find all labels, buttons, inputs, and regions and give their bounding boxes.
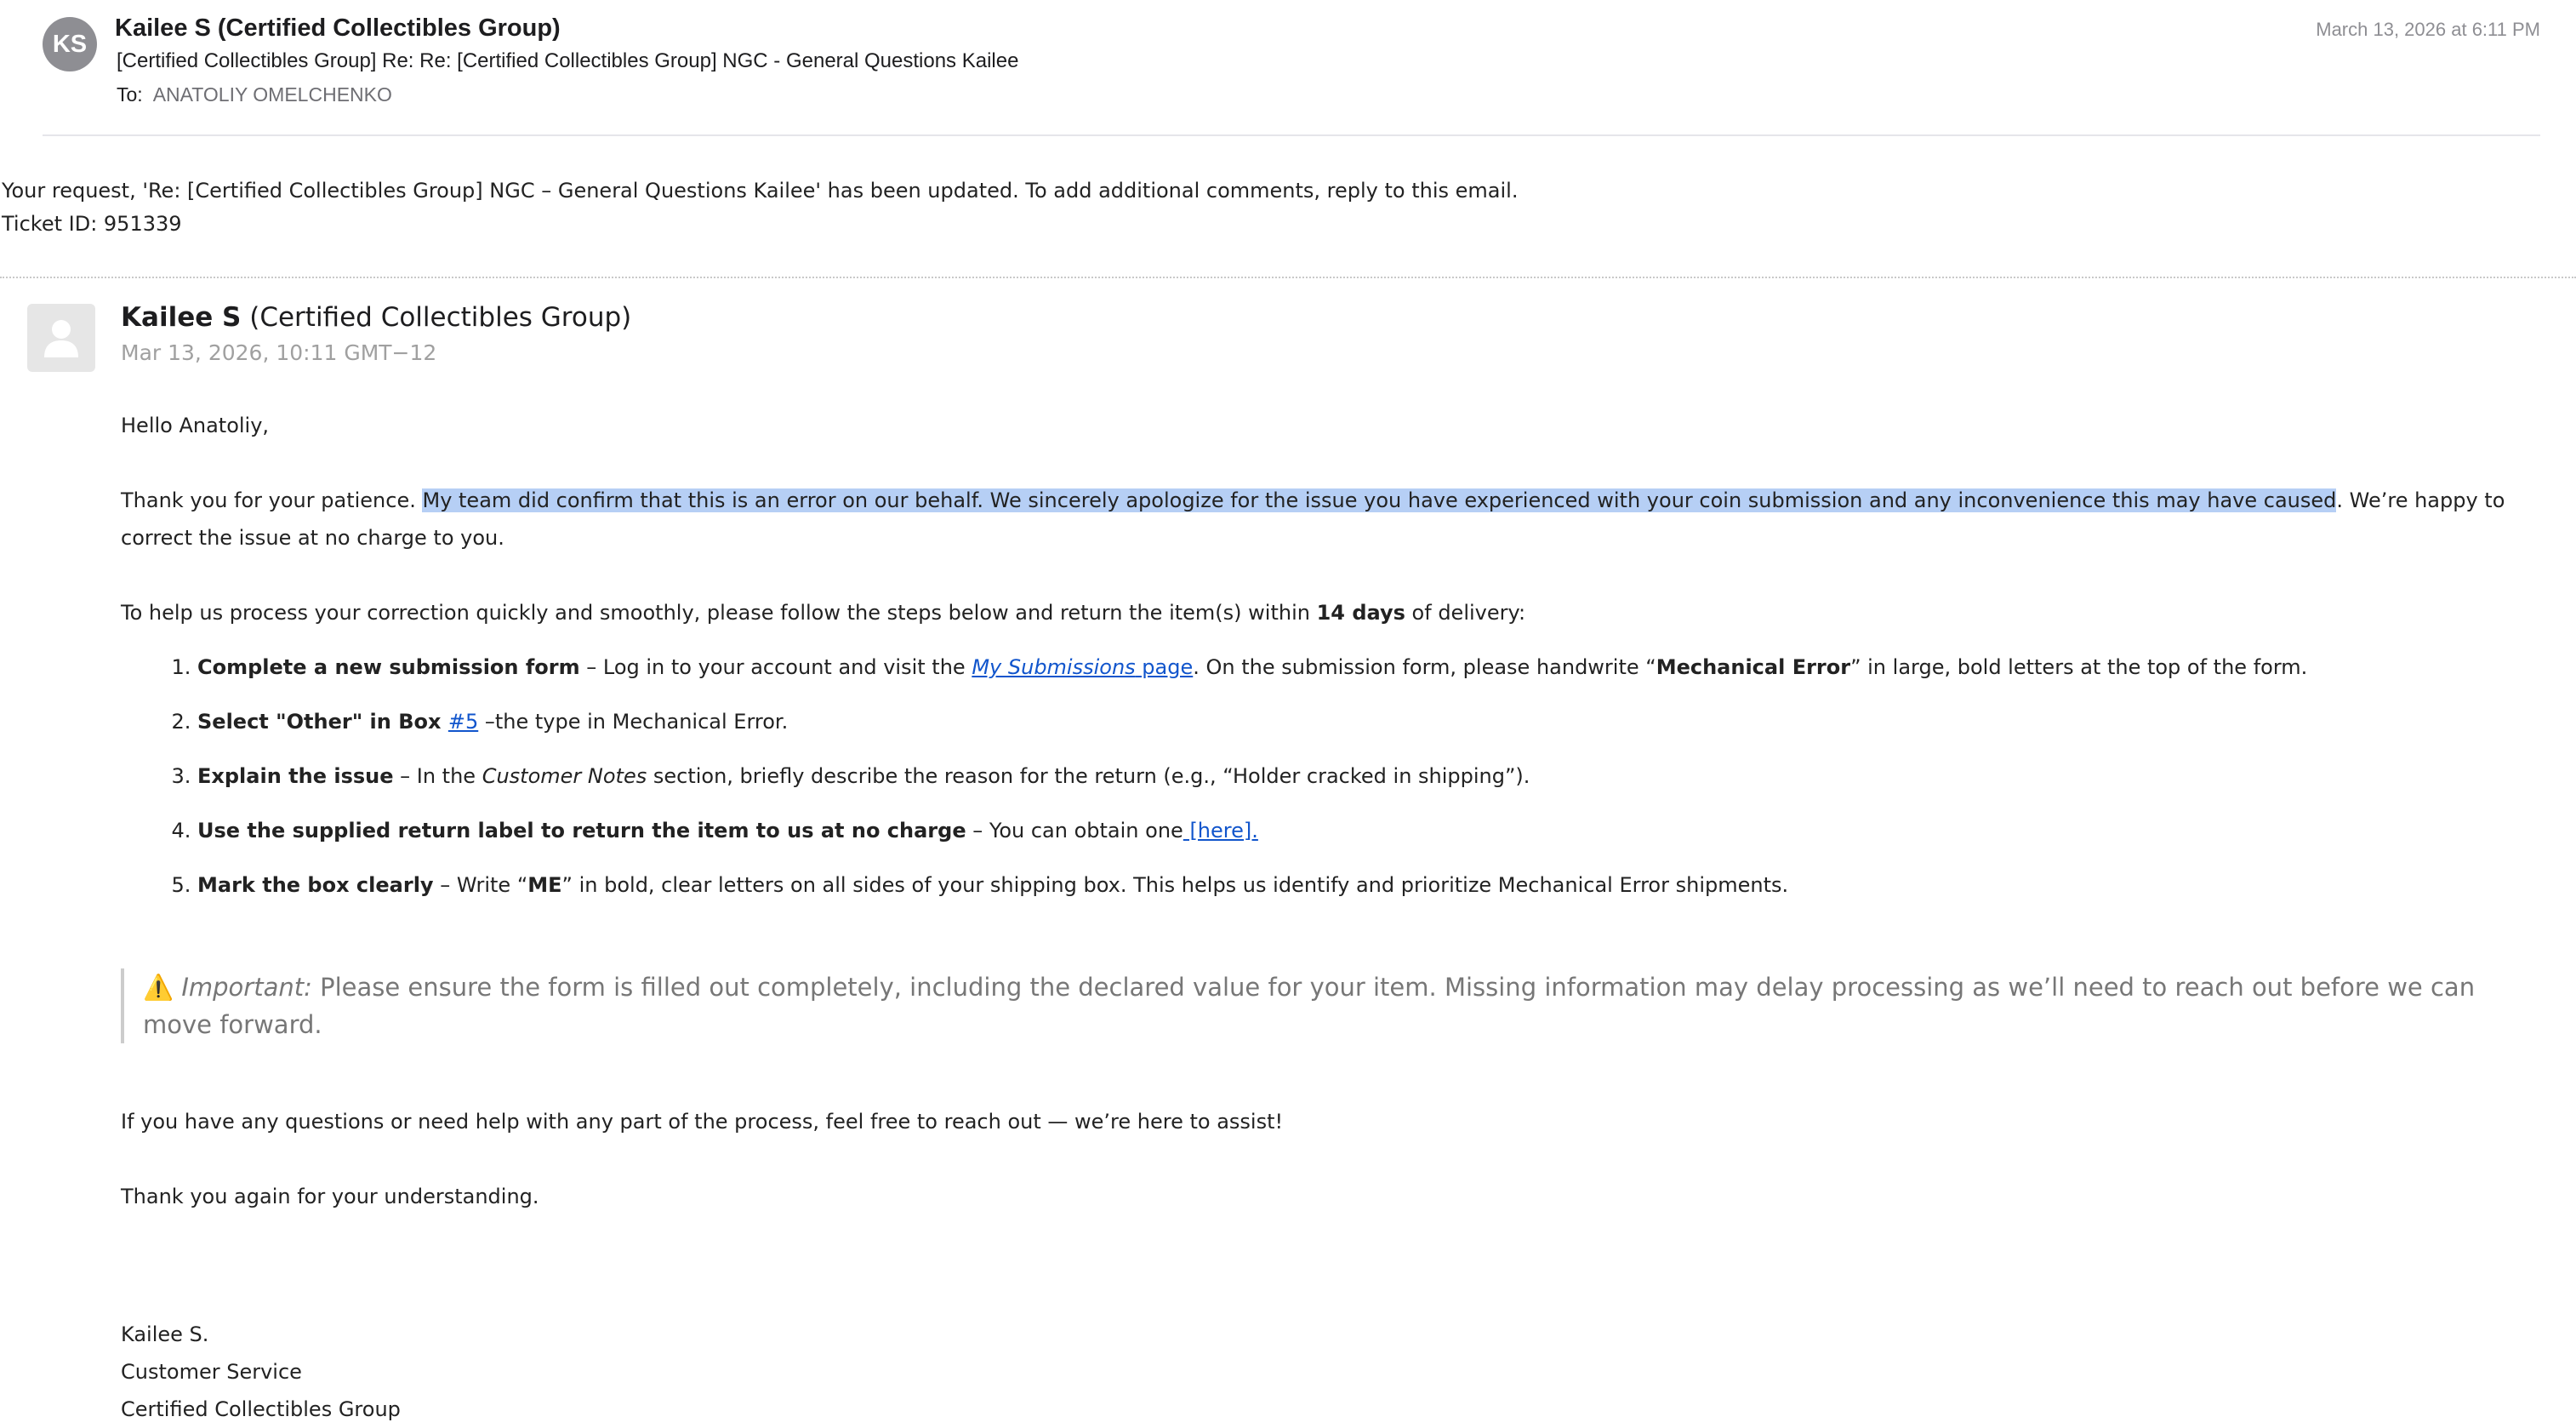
step-text: section, briefly describe the reason for… xyxy=(647,764,1530,788)
my-submissions-link[interactable]: My Submissions page xyxy=(972,655,1193,679)
sender-name: Kailee S (Certified Collectibles Group) xyxy=(115,14,561,42)
step-title: Use the supplied return label to return … xyxy=(197,819,966,843)
step-emphasis: Mechanical Error xyxy=(1656,655,1851,679)
step-text: ” in large, bold letters at the top of t… xyxy=(1850,655,2308,679)
step-title: Select "Other" in Box xyxy=(197,710,448,734)
step-title: Explain the issue xyxy=(197,764,394,788)
agent-name: Kailee S xyxy=(121,302,242,333)
step-item: Complete a new submission form – Log in … xyxy=(197,648,2545,686)
ticket-notice: Your request, 'Re: [Certified Collectibl… xyxy=(2,174,1518,241)
recipient-name[interactable]: ANATOLIY OMELCHENKO xyxy=(153,83,392,106)
step-item: Explain the issue – In the Customer Note… xyxy=(197,757,2545,795)
step-item: Select "Other" in Box #5 –the type in Me… xyxy=(197,703,2545,740)
step-title: Complete a new submission form xyxy=(197,655,580,679)
agent-name-line: Kailee S (Certified Collectibles Group) xyxy=(121,302,631,333)
para2-start: To help us process your correction quick… xyxy=(121,601,1317,625)
comment-timestamp: Mar 13, 2026, 10:11 GMT−12 xyxy=(121,340,437,365)
step-item: Use the supplied return label to return … xyxy=(197,812,2545,849)
para1-start: Thank you for your patience. xyxy=(121,488,423,512)
step-title: Mark the box clearly xyxy=(197,873,434,897)
days-limit: 14 days xyxy=(1316,601,1405,625)
step-text: – Log in to your account and visit the xyxy=(579,655,972,679)
signature-company: Certified Collectibles Group xyxy=(121,1397,401,1421)
greeting: Hello Anatoliy, xyxy=(121,414,270,437)
step-text: – Write “ xyxy=(433,873,528,897)
step-emphasis: Customer Notes xyxy=(482,764,647,788)
signature: Kailee S. Customer Service Certified Col… xyxy=(121,1316,2545,1428)
step-text: –the type in Mechanical Error. xyxy=(478,710,789,734)
link-text: My Submissions xyxy=(972,655,1136,679)
message-body: Hello Anatoliy, Thank you for your patie… xyxy=(121,407,2545,1428)
important-label: Important: xyxy=(181,973,312,1002)
recipient-row: To: ANATOLIY OMELCHENKO xyxy=(117,83,392,106)
email-subject: [Certified Collectibles Group] Re: Re: [… xyxy=(117,49,1019,72)
signature-name: Kailee S. xyxy=(121,1322,209,1346)
selected-text[interactable]: My team did confirm that this is an erro… xyxy=(422,488,2337,512)
return-label-link[interactable]: [here]. xyxy=(1183,819,1257,843)
warning-icon: ⚠️ xyxy=(143,973,174,1002)
important-text: Please ensure the form is filled out com… xyxy=(143,973,2476,1039)
signature-role: Customer Service xyxy=(121,1360,302,1384)
step-emphasis: ME xyxy=(527,873,562,897)
box-5-link[interactable]: #5 xyxy=(448,710,478,734)
email-date: March 13, 2026 at 6:11 PM xyxy=(2316,19,2540,40)
steps-list: Complete a new submission form – Log in … xyxy=(121,648,2545,904)
person-icon xyxy=(44,320,78,357)
step-text: – In the xyxy=(393,764,482,788)
agent-avatar xyxy=(27,304,95,372)
step-item: Mark the box clearly – Write “ME” in bol… xyxy=(197,866,2545,904)
notice-divider xyxy=(0,277,2576,278)
closing-questions: If you have any questions or need help w… xyxy=(121,1110,1284,1134)
step-text: – You can obtain one xyxy=(966,819,1183,843)
closing-thanks: Thank you again for your understanding. xyxy=(121,1185,539,1208)
para2-end: of delivery: xyxy=(1405,601,1526,625)
step-text: . On the submission form, please handwri… xyxy=(1193,655,1656,679)
agent-org: (Certified Collectibles Group) xyxy=(249,302,632,333)
sender-avatar: KS xyxy=(43,17,97,71)
step-text: ” in bold, clear letters on all sides of… xyxy=(561,873,1789,897)
important-callout: ⚠️ Important: Please ensure the form is … xyxy=(121,968,2545,1043)
paragraph-instructions: To help us process your correction quick… xyxy=(121,594,2545,631)
notice-text: Your request, 'Re: [Certified Collectibl… xyxy=(2,179,1519,203)
ticket-id: Ticket ID: 951339 xyxy=(2,212,182,236)
paragraph-apology: Thank you for your patience. My team did… xyxy=(121,482,2545,557)
link-text: page xyxy=(1135,655,1194,679)
header-divider xyxy=(43,134,2540,136)
to-label: To: xyxy=(117,83,143,106)
